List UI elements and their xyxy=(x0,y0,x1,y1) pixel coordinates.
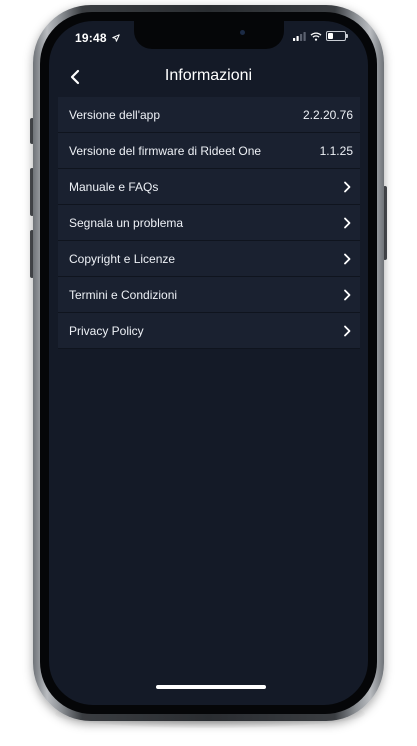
list-item-manual-faqs[interactable]: Manuale e FAQs xyxy=(58,169,360,205)
list-item-app-version: Versione dell'app 2.2.20.76 xyxy=(58,97,360,133)
list-item-label: Termini e Condizioni xyxy=(69,287,178,302)
list-item-terms-conditions[interactable]: Termini e Condizioni xyxy=(58,277,360,313)
list-item-label: Copyright e Licenze xyxy=(69,251,176,266)
list-item-privacy-policy[interactable]: Privacy Policy xyxy=(58,313,360,349)
status-icons xyxy=(293,31,348,41)
chevron-right-icon xyxy=(340,216,354,230)
chevron-right-icon xyxy=(340,288,354,302)
chevron-right-icon xyxy=(340,252,354,266)
notch xyxy=(134,21,284,49)
info-list: Versione dell'app 2.2.20.76 Versione del… xyxy=(58,97,360,349)
status-time: 19:48 xyxy=(75,31,120,45)
battery-tip xyxy=(346,34,348,38)
cellular-signal-icon xyxy=(293,31,306,41)
list-item-label: Versione del firmware di Rideet One xyxy=(69,143,262,158)
chevron-right-icon xyxy=(340,180,354,194)
nav-bar: Informazioni xyxy=(49,63,368,93)
list-item-copyright-licenses[interactable]: Copyright e Licenze xyxy=(58,241,360,277)
page-title: Informazioni xyxy=(164,67,253,84)
list-item-value: 1.1.25 xyxy=(319,143,353,158)
battery-level xyxy=(328,33,333,39)
list-item-firmware-version: Versione del firmware di Rideet One 1.1.… xyxy=(58,133,360,169)
location-arrow-icon xyxy=(112,34,120,42)
status-time-text: 19:48 xyxy=(75,31,107,45)
list-item-value: 2.2.20.76 xyxy=(302,107,353,122)
list-item-label: Privacy Policy xyxy=(69,323,144,338)
front-camera xyxy=(240,30,245,35)
list-item-label: Manuale e FAQs xyxy=(69,179,159,194)
chevron-right-icon xyxy=(340,324,354,338)
phone-screen: 19:48 Informazioni Versione dell'app 2.2… xyxy=(49,21,368,705)
list-item-label: Versione dell'app xyxy=(69,107,161,122)
battery-icon xyxy=(326,31,348,41)
list-item-label: Segnala un problema xyxy=(69,215,184,230)
page: 19:48 Informazioni Versione dell'app 2.2… xyxy=(0,0,417,746)
wifi-icon xyxy=(310,31,322,41)
list-item-report-problem[interactable]: Segnala un problema xyxy=(58,205,360,241)
home-indicator[interactable] xyxy=(156,685,266,689)
